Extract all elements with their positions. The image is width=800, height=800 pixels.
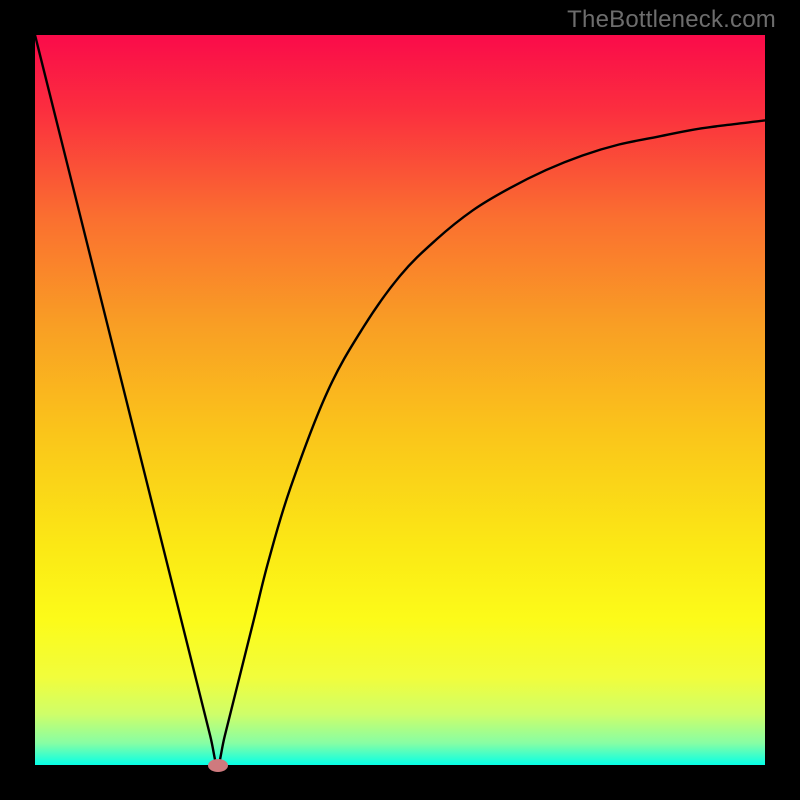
gradient-rect [35, 35, 765, 765]
chart-svg [35, 35, 765, 765]
plot-area [35, 35, 765, 765]
chart-frame: TheBottleneck.com [0, 0, 800, 800]
optimal-point-marker [208, 759, 228, 772]
watermark-text: TheBottleneck.com [567, 6, 776, 34]
